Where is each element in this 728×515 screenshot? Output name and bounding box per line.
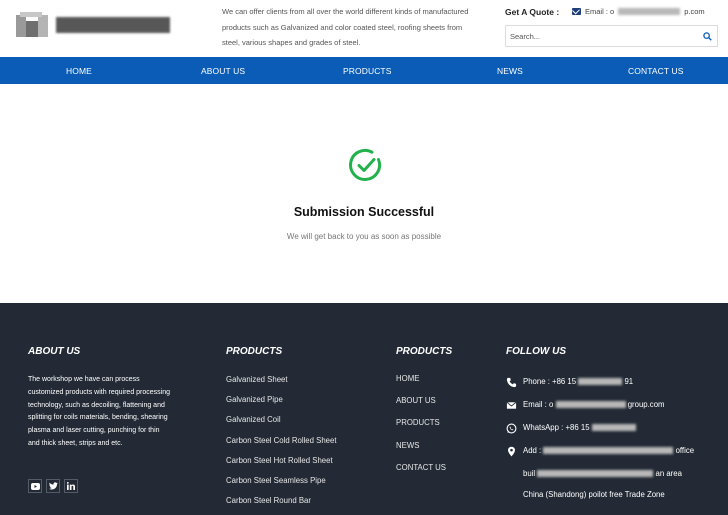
mail-icon bbox=[506, 401, 517, 409]
twitter-icon[interactable] bbox=[46, 479, 60, 493]
footer-link-products[interactable]: PRODUCTS bbox=[396, 416, 446, 438]
address-line2-prefix: buil bbox=[523, 469, 536, 478]
footer-link-about-us[interactable]: ABOUT US bbox=[396, 394, 446, 416]
email-prefix: Email : o bbox=[523, 400, 554, 409]
search-input[interactable] bbox=[510, 29, 690, 44]
address-line-2: buil an area bbox=[506, 467, 694, 488]
linkedin-icon[interactable] bbox=[64, 479, 78, 493]
check-circle-icon bbox=[349, 148, 382, 181]
redacted-text bbox=[618, 8, 681, 15]
footer-about-text: The workshop we have can process customi… bbox=[28, 376, 171, 447]
contact-whatsapp[interactable]: WhatsApp : +86 15 bbox=[506, 421, 694, 444]
contact-address: Add : office bbox=[506, 444, 694, 467]
redacted-text bbox=[578, 378, 623, 386]
phone-prefix: Phone : +86 15 bbox=[523, 377, 577, 386]
nav-news[interactable]: NEWS bbox=[497, 66, 523, 76]
success-title: Submission Successful bbox=[293, 205, 435, 219]
company-intro: We can offer clients from all over the w… bbox=[222, 7, 469, 47]
get-quote-label: Get A Quote : bbox=[505, 7, 560, 17]
logo-wordmark bbox=[56, 17, 170, 35]
header-email[interactable]: Email : o p.com bbox=[572, 7, 705, 16]
site-footer: ABOUT US The workshop we have can proces… bbox=[0, 303, 728, 515]
footer-products-heading: PRODUCTS bbox=[226, 346, 283, 357]
email-suffix: group.com bbox=[627, 400, 665, 409]
site-header: We can offer clients from all over the w… bbox=[0, 0, 728, 57]
youtube-icon[interactable] bbox=[28, 479, 42, 493]
footer-product-link[interactable]: Carbon Steel Cold Rolled Sheet bbox=[226, 434, 337, 454]
redacted-text bbox=[543, 447, 674, 455]
nav-contact-us[interactable]: CONTACT US bbox=[628, 66, 683, 76]
address-line2-suffix: an area bbox=[655, 469, 682, 478]
mail-icon bbox=[572, 8, 581, 15]
footer-product-link[interactable]: Carbon Steel Seamless Pipe bbox=[226, 474, 337, 494]
footer-product-link[interactable]: Carbon Steel Round Bar bbox=[226, 494, 337, 514]
main-nav: HOME ABOUT US PRODUCTS NEWS CONTACT US bbox=[0, 57, 728, 84]
header-email-prefix: Email : o bbox=[585, 7, 615, 16]
phone-icon bbox=[506, 377, 517, 388]
footer-link-contact-us[interactable]: CONTACT US bbox=[396, 461, 446, 483]
logo-mark-icon bbox=[16, 12, 48, 37]
nav-home[interactable]: HOME bbox=[66, 66, 92, 76]
whatsapp-prefix: WhatsApp : +86 15 bbox=[523, 423, 590, 432]
location-pin-icon bbox=[508, 446, 515, 457]
footer-products-list: Galvanized Sheet Galvanized Pipe Galvani… bbox=[226, 373, 337, 514]
address-suffix: office bbox=[675, 446, 695, 455]
nav-about-us[interactable]: ABOUT US bbox=[201, 66, 245, 76]
contact-info: Phone : +86 15 91 Email : o group.com Wh… bbox=[506, 375, 694, 509]
footer-product-link[interactable]: Galvanized Coil bbox=[226, 413, 337, 433]
footer-product-link[interactable]: Galvanized Sheet bbox=[226, 373, 337, 393]
company-logo[interactable] bbox=[14, 11, 170, 41]
phone-suffix: 91 bbox=[624, 377, 634, 386]
social-links bbox=[28, 479, 78, 493]
redacted-text bbox=[537, 470, 654, 478]
contact-phone[interactable]: Phone : +86 15 91 bbox=[506, 375, 694, 398]
address-line-3: China (Shandong) poilot free Trade Zone bbox=[523, 490, 665, 499]
address-prefix: Add : bbox=[523, 446, 542, 455]
whatsapp-icon bbox=[506, 423, 517, 434]
footer-link-news[interactable]: NEWS bbox=[396, 439, 446, 461]
footer-links-heading: PRODUCTS bbox=[396, 346, 453, 357]
search-icon[interactable] bbox=[703, 32, 712, 41]
nav-products[interactable]: PRODUCTS bbox=[343, 66, 392, 76]
success-message: We will get back to you as soon as possi… bbox=[286, 232, 442, 241]
search-box bbox=[505, 25, 718, 47]
header-email-suffix: p.com bbox=[684, 7, 705, 16]
redacted-text bbox=[555, 401, 626, 409]
footer-link-home[interactable]: HOME bbox=[396, 372, 446, 394]
footer-nav-list: HOME ABOUT US PRODUCTS NEWS CONTACT US bbox=[396, 372, 446, 483]
contact-email[interactable]: Email : o group.com bbox=[506, 398, 694, 421]
footer-follow-heading: FOLLOW US bbox=[506, 346, 566, 357]
footer-product-link[interactable]: Carbon Steel Hot Rolled Sheet bbox=[226, 454, 337, 474]
footer-about-heading: ABOUT US bbox=[28, 346, 81, 357]
footer-product-link[interactable]: Galvanized Pipe bbox=[226, 393, 337, 413]
redacted-text bbox=[591, 424, 636, 432]
